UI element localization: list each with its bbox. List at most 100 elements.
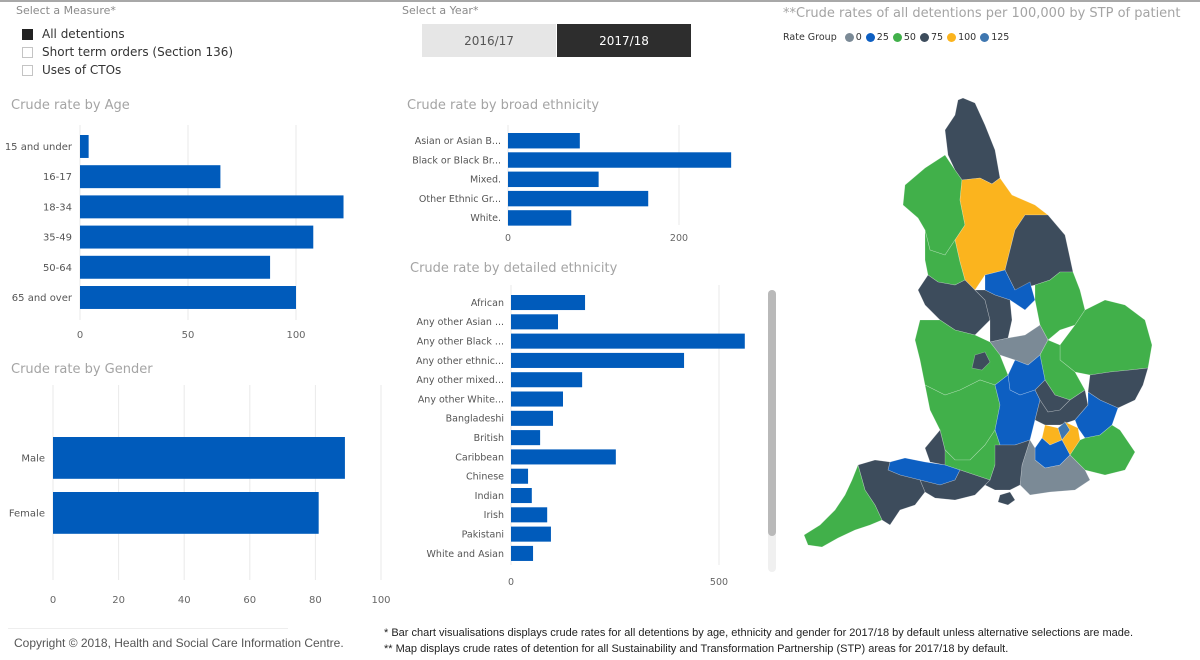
measure-option-label: Uses of CTOs [42,63,122,77]
legend-item[interactable]: 100 [947,32,976,43]
category-label: Black or Black Br... [412,155,501,166]
detailed-chart-scrollbar[interactable] [768,290,776,536]
bar[interactable] [511,410,554,426]
category-label: 16-17 [43,172,72,183]
bar[interactable] [511,333,745,349]
legend-label: 0 [855,32,862,43]
legend-item[interactable]: 25 [865,32,889,43]
category-label: White and Asian [427,549,504,560]
x-tick-label: 50 [182,330,195,341]
checkbox[interactable] [22,46,33,58]
bar[interactable] [508,190,649,207]
bar[interactable] [508,133,580,149]
category-label: Any other mixed... [416,375,504,386]
legend-dot-icon [919,33,929,42]
broad-ethnicity-bar-chart: 0 200 Asian or Asian B... Black or Black Br… [412,125,732,244]
x-tick-label: 0 [508,577,514,588]
england-stp-map [803,97,1153,548]
bar[interactable] [511,352,685,368]
footnote-bar-charts: * Bar chart visualisations displays crud… [384,627,1134,639]
category-label: Any other ethnic... [416,356,504,367]
x-tick-label: 80 [309,595,322,606]
copyright-text: Copyright © 2018, Health and Social Care… [14,636,344,650]
category-label: 18-34 [43,202,72,213]
category-label: Pakistani [462,529,504,540]
category-label: Other Ethnic Gr... [419,194,501,205]
bar[interactable] [511,430,541,446]
bar[interactable] [80,286,296,309]
measure-option-label: Short term orders (Section 136) [42,45,234,59]
bar[interactable] [508,210,572,226]
x-tick-label: 100 [286,330,305,341]
legend-items: 0 25 50 75 100 125 [844,32,1014,43]
bar[interactable] [80,255,271,279]
legend-item[interactable]: 0 [844,32,862,43]
category-label: Female [9,508,45,519]
bar[interactable] [511,391,563,407]
legend-dot-icon [980,33,990,42]
legend-item[interactable]: 125 [980,32,1009,43]
category-label: British [474,433,504,444]
footer-divider [8,628,288,629]
x-tick-label: 40 [178,595,191,606]
bar[interactable] [53,437,345,479]
category-label: Any other White... [418,394,504,405]
x-tick-label: 0 [50,595,56,606]
category-label: Irish [484,510,504,521]
legend-label: 125 [991,32,1010,43]
checkbox[interactable] [22,64,33,76]
x-tick-label: 100 [371,595,390,606]
bar[interactable] [511,507,548,523]
category-label: Bangladeshi [446,414,504,425]
category-label: African [471,298,504,309]
x-tick-label: 200 [670,233,688,244]
detailed-ethnicity-bar-chart: 0 500 African Any other Asian ... Any other … [416,285,745,588]
bar[interactable] [511,468,529,484]
top-border [0,0,1200,2]
category-label: Any other Black ... [417,336,504,347]
footnote-map: ** Map displays crude rates of detention… [384,643,1009,655]
x-tick-label: 20 [112,595,125,606]
legend-title: Rate Group [783,32,837,43]
stp-region-iow[interactable] [997,491,1016,506]
bar[interactable] [80,135,89,158]
bar[interactable] [511,449,616,465]
measure-option-all-detentions[interactable]: All detentions [22,25,233,43]
bar[interactable] [511,314,559,330]
measure-option-short-term-orders[interactable]: Short term orders (Section 136) [22,43,233,61]
legend-label: 50 [903,32,916,43]
category-label: White. [470,213,501,224]
category-label: 50-64 [43,263,72,274]
measure-option-label: All detentions [42,27,125,41]
checkbox[interactable] [22,28,33,40]
bar[interactable] [511,488,532,504]
category-label: Chinese [466,472,504,483]
map-title: **Crude rates of all detentions per 100,… [783,6,1181,21]
legend-dot-icon [865,33,875,42]
bar[interactable] [508,171,599,188]
broad-ethnicity-chart-title: Crude rate by broad ethnicity [407,98,600,113]
year-button-2017-18[interactable]: 2017/18 [557,24,691,57]
bar[interactable] [53,492,319,534]
bar[interactable] [511,545,534,561]
gender-bar-chart: 0 20 40 60 80 100 Male Female [9,385,391,606]
legend-item[interactable]: 75 [919,32,943,43]
x-tick-label: 60 [243,595,256,606]
category-label: Indian [475,491,504,502]
bar[interactable] [511,295,586,311]
legend-item[interactable]: 50 [892,32,916,43]
x-tick-label: 0 [505,233,511,244]
year-slicer-title: Select a Year* [402,4,479,17]
year-button-2016-17[interactable]: 2016/17 [422,24,556,57]
category-label: 65 and over [12,293,73,304]
bar[interactable] [511,526,551,542]
map-legend: Rate Group 0 25 50 75 100 125 [783,32,1013,43]
x-tick-label: 500 [710,577,728,588]
bar[interactable] [80,195,344,219]
bar[interactable] [80,165,221,189]
bar[interactable] [80,225,314,249]
bar[interactable] [511,372,583,388]
bar[interactable] [508,152,732,168]
legend-dot-icon [892,33,902,42]
measure-option-ctos[interactable]: Uses of CTOs [22,61,233,79]
